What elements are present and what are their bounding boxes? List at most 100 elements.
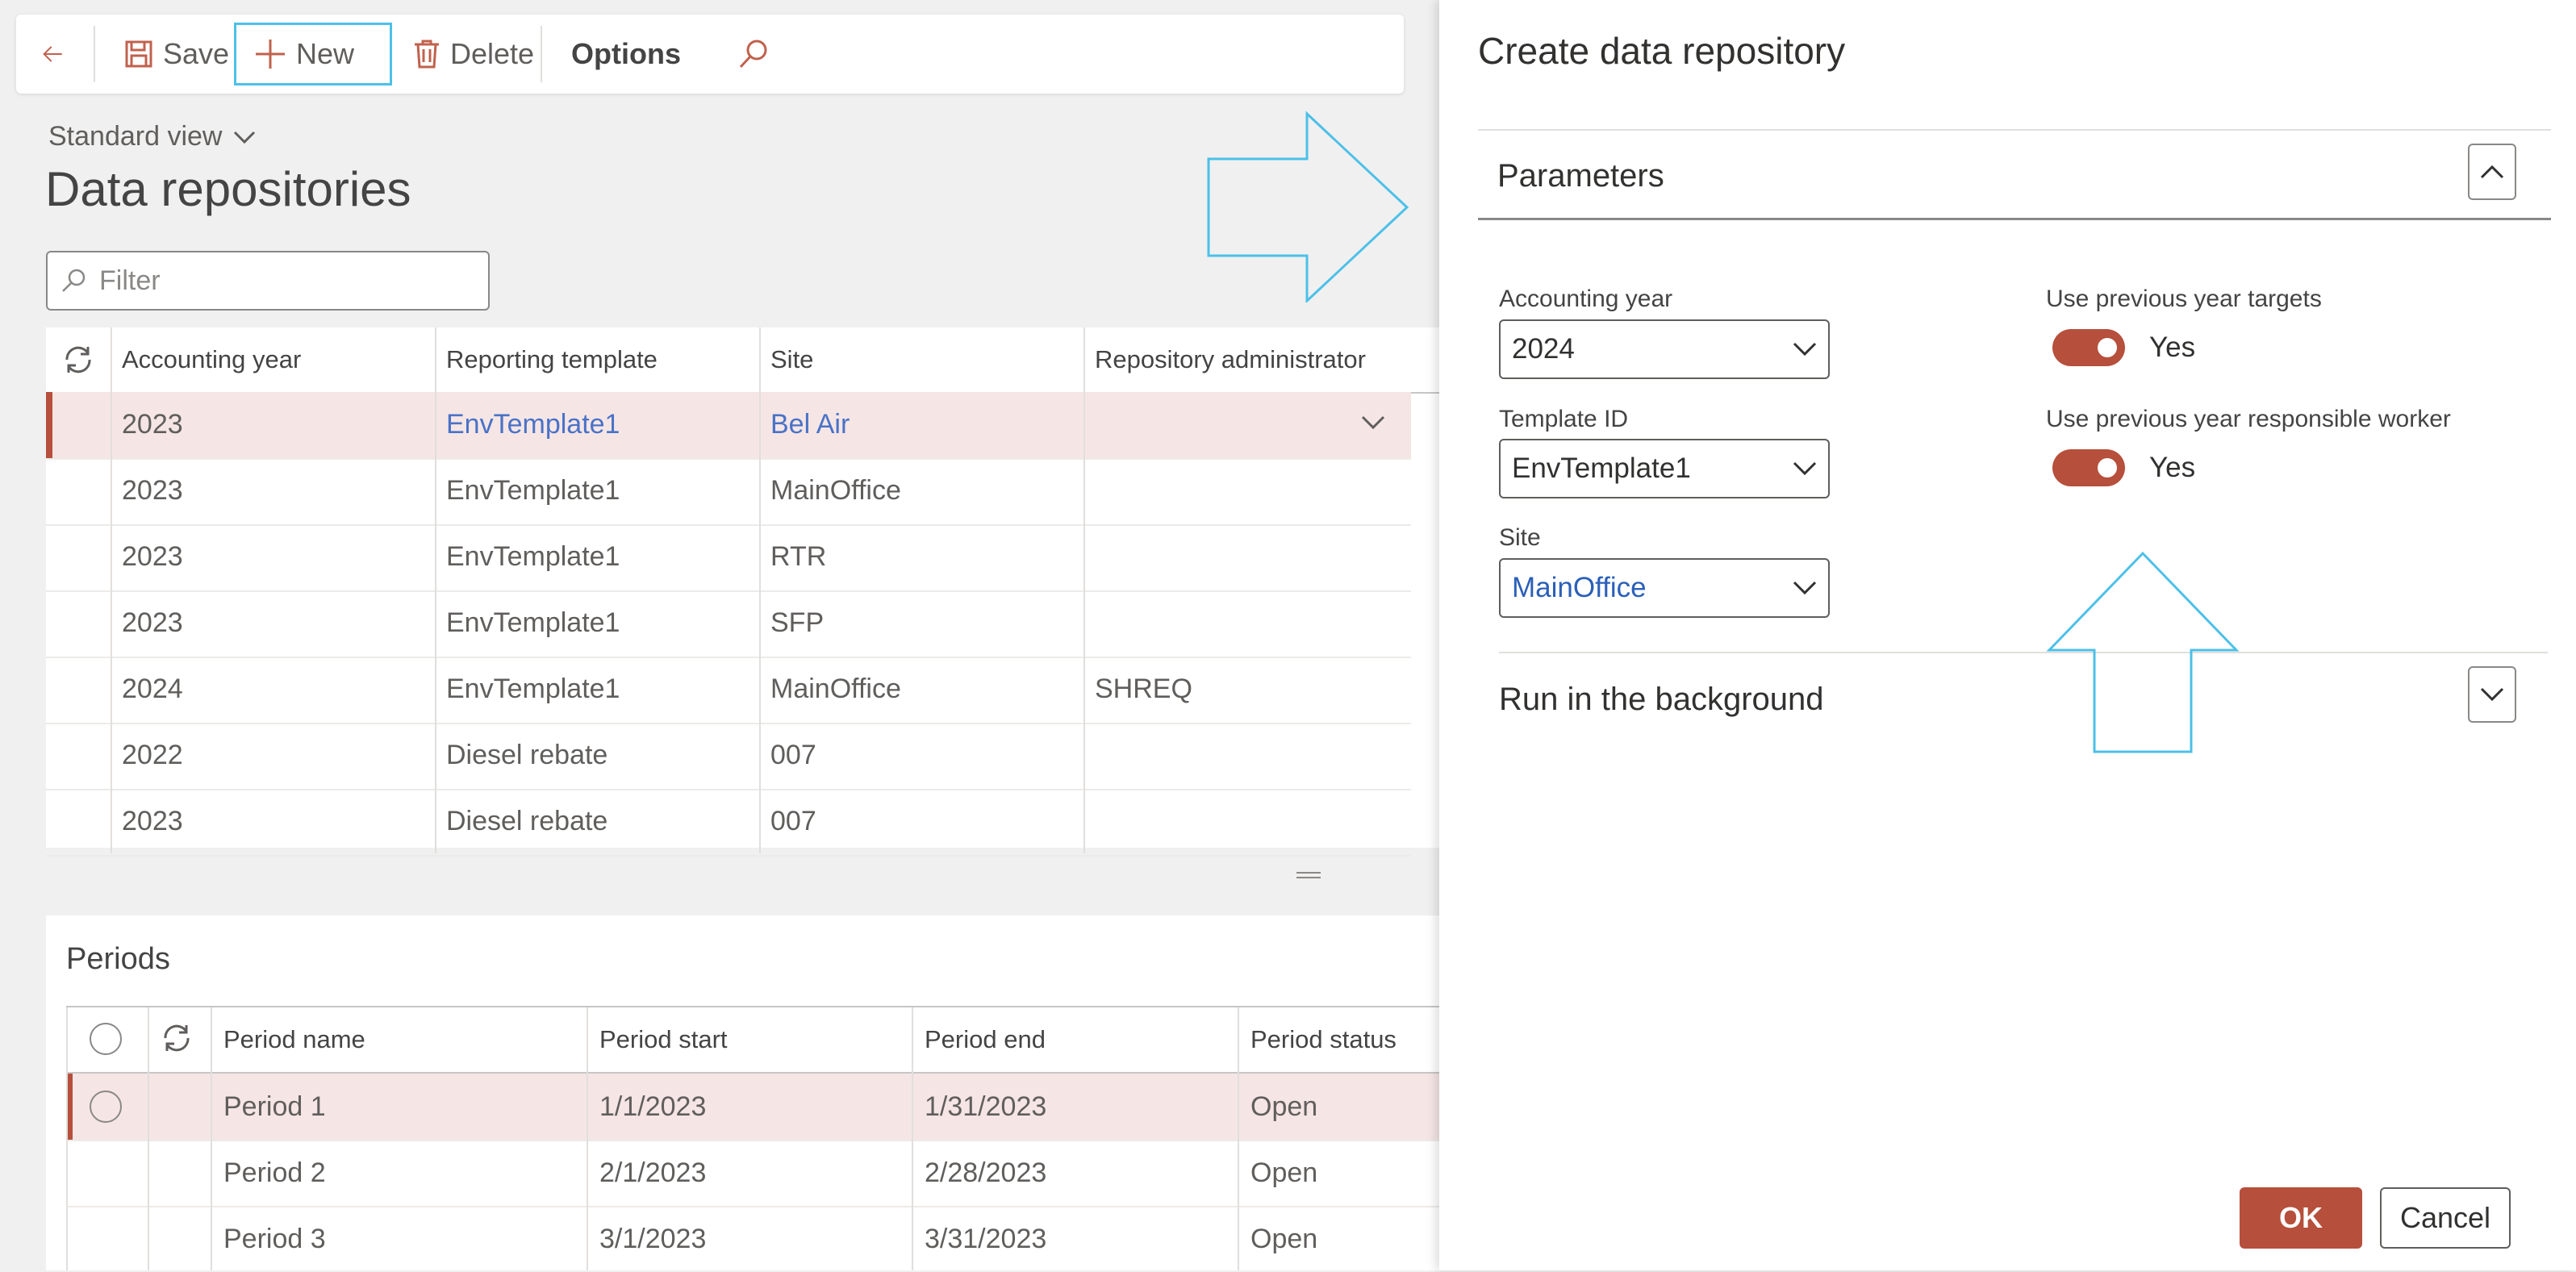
parameters-section-title[interactable]: Parameters — [1497, 158, 1664, 194]
prev-targets-toggle[interactable] — [2052, 329, 2125, 366]
cell-accounting-year: 2023 — [122, 607, 183, 638]
cell-period-name: Period 1 — [223, 1091, 326, 1122]
callout-arrow-up-icon — [2046, 551, 2240, 753]
dialog-title: Create data repository — [1478, 30, 1846, 72]
cell-reporting-template: EnvTemplate1 — [446, 607, 620, 638]
cell-site[interactable]: Bel Air — [759, 392, 850, 457]
row-select-radio[interactable] — [90, 1091, 122, 1123]
prev-targets-label: Use previous year targets — [2046, 286, 2322, 312]
table-row[interactable]: 2023 Diesel rebate 007 — [46, 789, 1411, 857]
col-header-repository-administrator[interactable]: Repository administrator — [1083, 327, 1422, 392]
cell-reporting-template: EnvTemplate1 — [446, 474, 620, 506]
site-combo[interactable]: MainOffice — [1499, 558, 1830, 618]
column-divider — [435, 327, 436, 853]
new-button[interactable]: New — [234, 23, 392, 85]
cell-period-name: Period 2 — [223, 1157, 326, 1188]
plus-icon — [256, 40, 285, 69]
view-selector[interactable]: Standard view — [48, 121, 256, 152]
table-row[interactable]: Period 3 3/1/2023 3/31/2023 Open — [66, 1206, 1442, 1272]
cell-reporting-template: Diesel rebate — [446, 739, 608, 770]
cell-period-start: 1/1/2023 — [599, 1091, 707, 1122]
table-row[interactable]: 2022 Diesel rebate 007 — [46, 723, 1411, 790]
cell-accounting-year: 2023 — [122, 474, 183, 506]
col-header-period-status[interactable]: Period status — [1239, 1007, 1449, 1072]
column-divider — [1083, 327, 1085, 853]
cell-repository-administrator — [1083, 789, 1095, 853]
search-button[interactable] — [720, 23, 787, 85]
select-all-radio[interactable] — [90, 1023, 122, 1055]
table-row[interactable]: 2023 EnvTemplate1 Bel Air — [46, 392, 1411, 460]
cancel-button[interactable]: Cancel — [2380, 1187, 2511, 1249]
table-row[interactable]: Period 1 1/1/2023 1/31/2023 Open — [66, 1074, 1442, 1141]
save-label: Save — [163, 37, 230, 70]
col-header-site[interactable]: Site — [759, 327, 1083, 392]
ok-button[interactable]: OK — [2240, 1187, 2362, 1249]
splitter-handle-icon[interactable] — [1296, 871, 1321, 879]
table-row[interactable]: 2023 EnvTemplate1 RTR — [46, 524, 1411, 592]
periods-section: Period name Period start Period end Peri… — [46, 915, 1442, 1270]
cell-reporting-template[interactable]: EnvTemplate1 — [435, 392, 620, 457]
accounting-year-combo[interactable]: 2024 — [1499, 319, 1830, 379]
cell-period-end: 3/31/2023 — [925, 1223, 1047, 1254]
site-label: Site — [1499, 524, 1541, 551]
refresh-button[interactable] — [46, 327, 111, 392]
table-row[interactable]: 2024 EnvTemplate1 MainOffice SHREQ — [46, 657, 1411, 724]
prev-targets-value: Yes — [2149, 332, 2196, 363]
cell-repository-administrator: SHREQ — [1095, 673, 1192, 704]
table-row[interactable]: 2023 EnvTemplate1 MainOffice — [46, 458, 1411, 526]
col-header-period-name[interactable]: Period name — [212, 1007, 583, 1072]
cell-repository-administrator — [1083, 723, 1095, 787]
cell-accounting-year: 2023 — [122, 408, 183, 440]
delete-button[interactable]: Delete — [395, 23, 552, 85]
callout-arrow-right-icon — [1207, 111, 1409, 302]
collapse-parameters-button[interactable] — [2468, 144, 2516, 200]
cell-reporting-template: EnvTemplate1 — [446, 673, 620, 704]
accounting-year-value: 2024 — [1512, 333, 1575, 365]
new-label: New — [296, 37, 355, 70]
options-button[interactable]: Options — [553, 23, 699, 85]
col-header-reporting-template[interactable]: Reporting template — [435, 327, 759, 392]
filter-placeholder: Filter — [99, 265, 161, 296]
refresh-icon — [65, 346, 91, 373]
cell-accounting-year: 2023 — [122, 540, 183, 572]
cell-accounting-year: 2023 — [122, 805, 183, 836]
cell-period-status: Open — [1250, 1091, 1318, 1122]
section-divider — [1499, 652, 2548, 653]
col-header-accounting-year[interactable]: Accounting year — [111, 327, 435, 392]
save-button[interactable]: Save — [106, 23, 247, 85]
cell-accounting-year: 2022 — [122, 739, 183, 770]
expand-background-button[interactable] — [2468, 666, 2516, 723]
prev-worker-toggle-group[interactable]: Yes — [2052, 449, 2195, 486]
back-arrow-icon — [43, 46, 62, 62]
back-button[interactable] — [24, 23, 81, 85]
cell-reporting-template: EnvTemplate1 — [446, 540, 620, 572]
toolbar-divider — [541, 26, 542, 82]
template-id-value: EnvTemplate1 — [1512, 452, 1691, 484]
data-repositories-grid: Accounting year Reporting template Site … — [46, 327, 1442, 857]
cell-period-end: 1/31/2023 — [925, 1091, 1047, 1122]
cell-repository-administrator[interactable] — [1083, 392, 1095, 457]
table-row[interactable]: 2023 EnvTemplate1 SFP — [46, 590, 1411, 658]
cell-site: 007 — [770, 805, 816, 836]
chevron-down-icon — [2480, 687, 2504, 702]
template-id-combo[interactable]: EnvTemplate1 — [1499, 439, 1830, 498]
cell-site: SFP — [770, 607, 825, 638]
periods-title: Periods — [66, 942, 170, 976]
prev-worker-toggle[interactable] — [2052, 449, 2125, 486]
section-divider — [1478, 218, 2551, 220]
refresh-icon[interactable] — [159, 1020, 194, 1056]
cell-period-name: Period 3 — [223, 1223, 326, 1254]
chevron-up-icon — [2480, 165, 2504, 179]
prev-targets-toggle-group[interactable]: Yes — [2052, 329, 2195, 366]
col-header-period-end[interactable]: Period end — [913, 1007, 1236, 1072]
run-in-background-title[interactable]: Run in the background — [1499, 682, 1824, 718]
chevron-down-icon[interactable] — [1361, 415, 1385, 431]
cell-period-status: Open — [1250, 1157, 1318, 1188]
page-title: Data repositories — [45, 162, 411, 216]
search-icon — [739, 40, 767, 69]
cell-site: MainOffice — [770, 474, 901, 506]
table-row[interactable]: Period 2 2/1/2023 2/28/2023 Open — [66, 1140, 1442, 1207]
filter-input[interactable]: Filter — [46, 251, 490, 311]
search-icon — [62, 269, 86, 292]
col-header-period-start[interactable]: Period start — [588, 1007, 911, 1072]
